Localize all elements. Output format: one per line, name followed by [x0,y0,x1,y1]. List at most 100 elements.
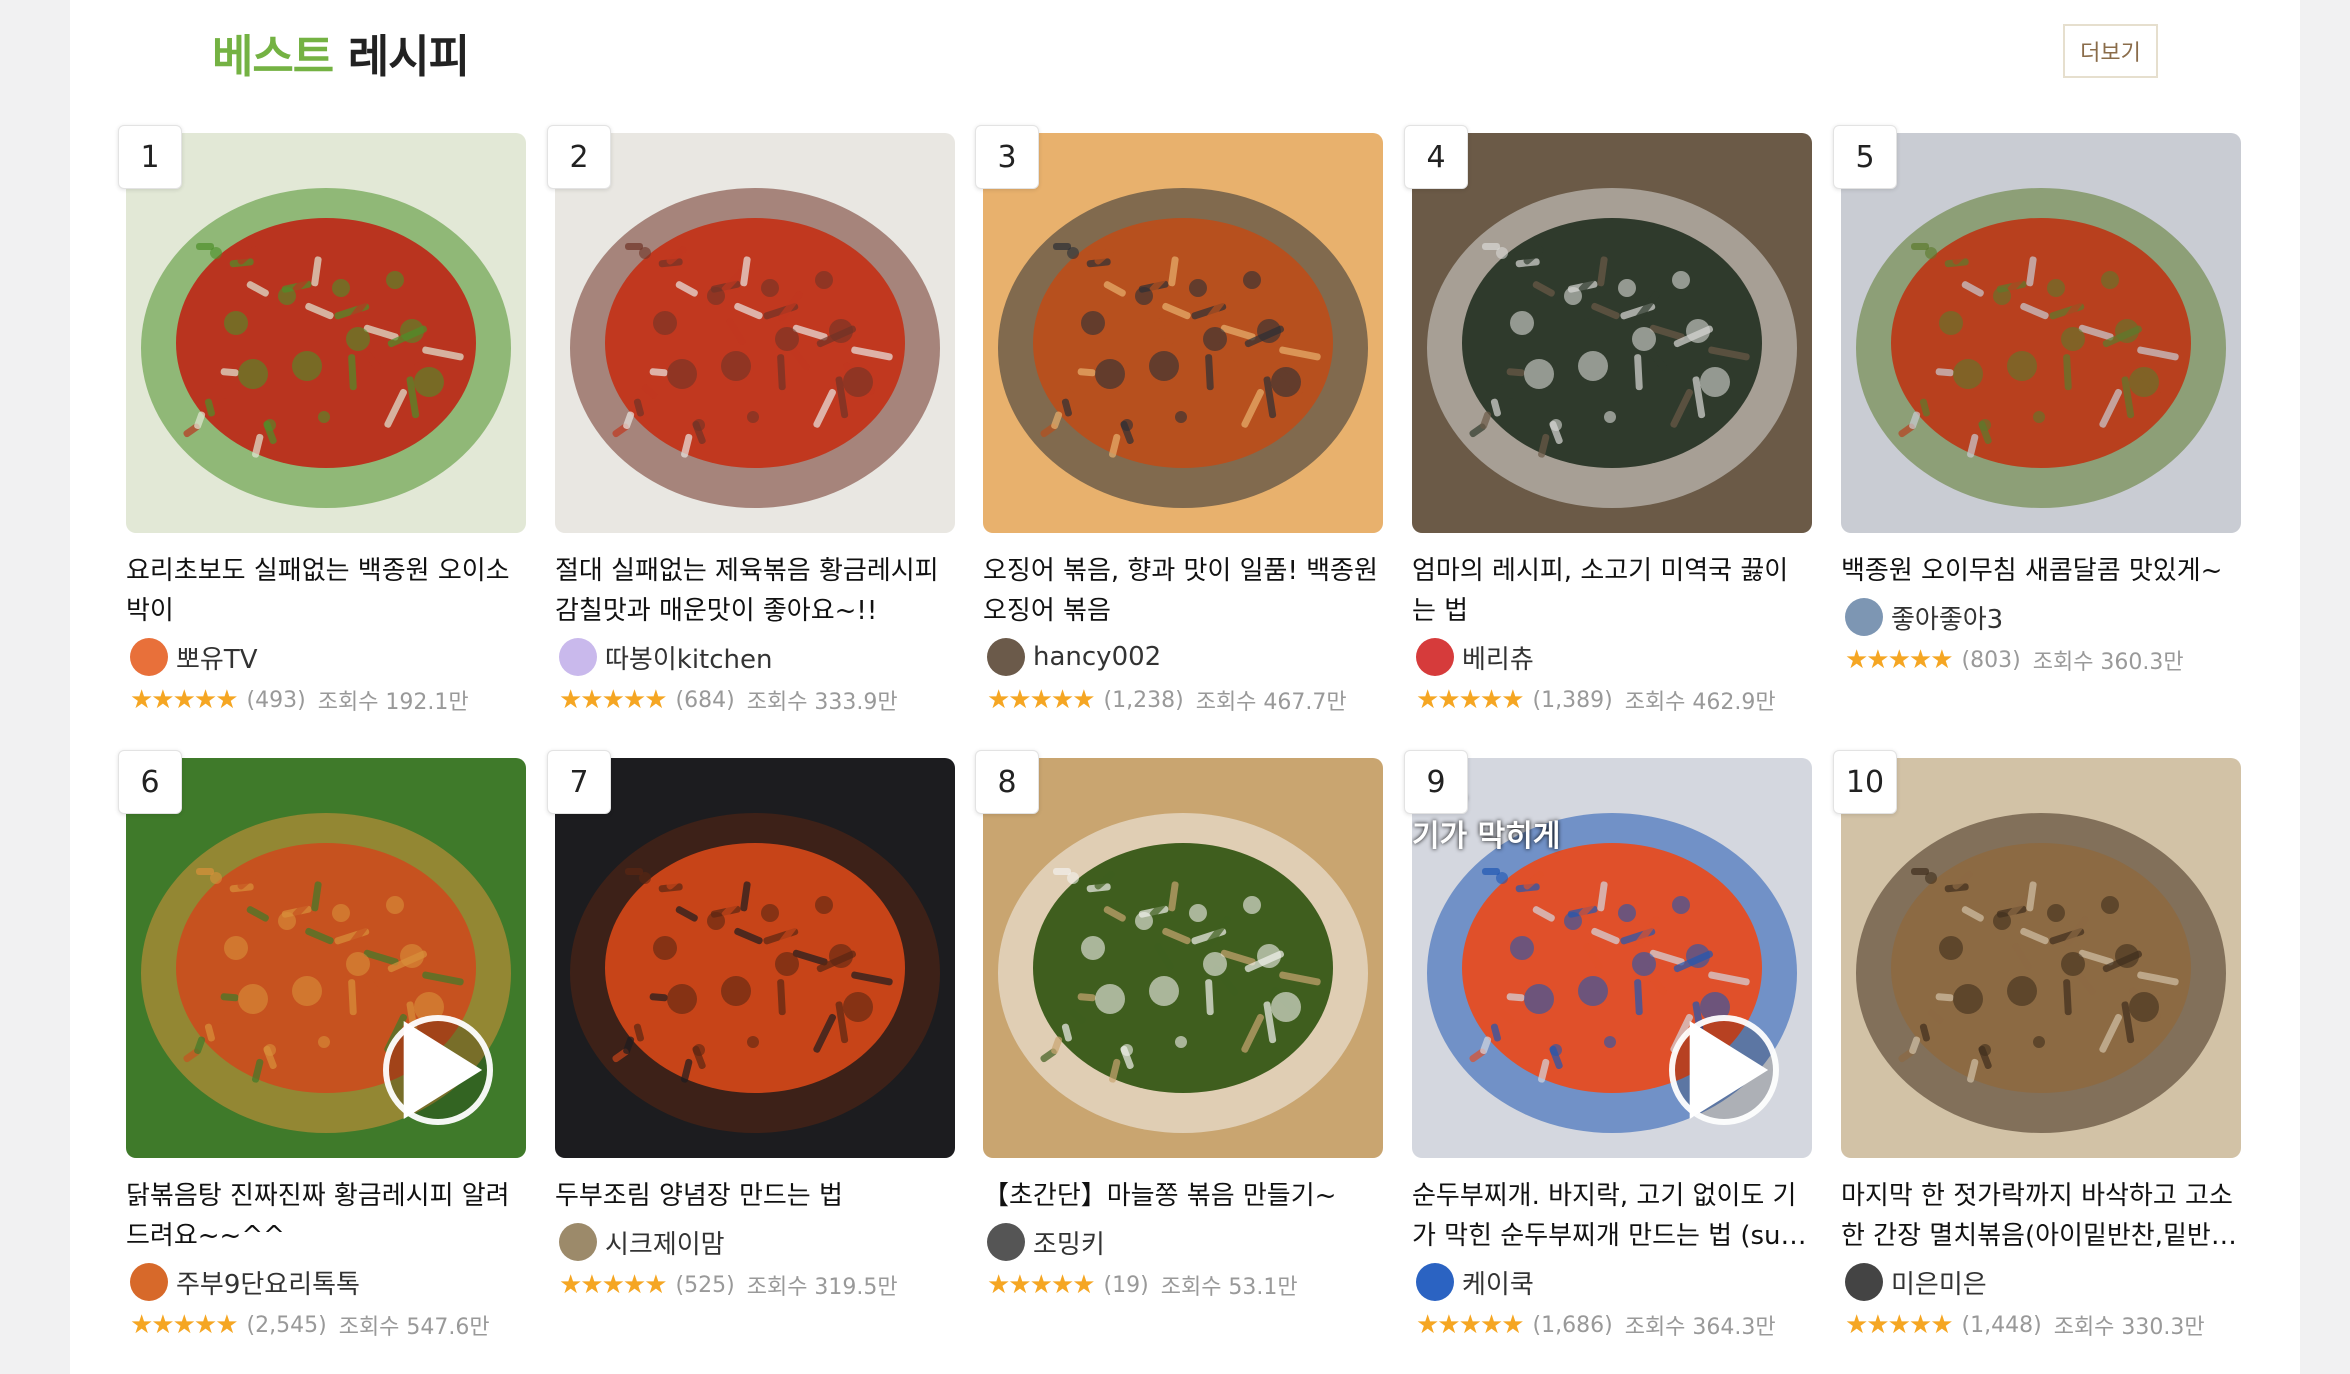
view-count: 조회수 333.9만 [746,690,898,715]
recipe-stats: ★★★★★ (684) 조회수 333.9만 [555,683,955,717]
recipe-image [983,133,1383,533]
recipe-stats: ★★★★★ (1,238) 조회수 467.7만 [983,683,1383,717]
review-count: (684) [675,687,735,713]
author-name: 좋아좋아3 [1891,604,2004,635]
recipe-author[interactable]: 시크제이맘 [555,1220,955,1264]
star-rating-icon: ★★★★★ [130,1310,239,1340]
author-name: 따봉이kitchen [605,644,773,675]
view-count: 조회수 330.3만 [2053,1315,2205,1340]
recipe-author[interactable]: 따봉이kitchen [555,635,955,679]
recipe-card[interactable]: 10 마지막 한 젓가락까지 바삭하고 고소한 간장 멸치볶음(아이밑반찬,밑반찬… [1833,750,2241,1342]
review-count: (19) [1103,1272,1149,1298]
recipe-title[interactable]: 오징어 볶음, 향과 맛이 일품! 백종원 오징어 볶음 [983,551,1383,631]
rank-badge: 3 [975,125,1039,189]
review-count: (1,389) [1532,687,1613,713]
recipe-author[interactable]: 케이쿡 [1412,1260,1812,1304]
review-count: (1,448) [1961,1312,2042,1338]
recipe-stats: ★★★★★ (1,686) 조회수 364.3만 [1412,1308,1812,1342]
star-rating-icon: ★★★★★ [1845,1310,1954,1340]
author-avatar [1416,638,1454,676]
recipe-thumbnail[interactable] [555,758,955,1158]
review-count: (1,686) [1532,1312,1613,1338]
recipe-card[interactable]: 4 엄마의 레시피, 소고기 미역국 끓이는 법 베리츄 ★★★★★ (1,389) 조회… [1404,125,1812,717]
star-rating-icon: ★★★★★ [559,685,668,715]
author-avatar [987,638,1025,676]
rank-badge: 5 [1833,125,1897,189]
author-avatar [559,1223,597,1261]
recipe-stats: ★★★★★ (1,389) 조회수 462.9만 [1412,683,1812,717]
author-name: hancy002 [1033,642,1162,672]
recipe-image [555,133,955,533]
recipe-thumbnail[interactable]: 이도 기가 막히게 [1412,758,1812,1158]
review-count: (493) [246,687,306,713]
recipe-author[interactable]: hancy002 [983,635,1383,679]
view-count: 조회수 360.3만 [2032,650,2184,675]
recipe-author[interactable]: 주부9단요리톡톡 [126,1260,526,1304]
rank-badge: 1 [118,125,182,189]
recipe-card[interactable]: 이도 기가 막히게9 순두부찌개. 바지락, 고기 없이도 기가 막힌 순두부찌개… [1404,750,1812,1342]
recipe-stats: ★★★★★ (1,448) 조회수 330.3만 [1841,1308,2241,1342]
recipe-title[interactable]: 절대 실패없는 제육볶음 황금레시피 감칠맛과 매운맛이 좋아요~!! [555,551,955,631]
view-count: 조회수 192.1만 [317,690,469,715]
author-avatar [130,638,168,676]
star-rating-icon: ★★★★★ [1416,685,1525,715]
recipe-thumbnail[interactable] [126,133,526,533]
section-title-accent: 베스트 [212,30,334,83]
author-avatar [1845,598,1883,636]
recipe-title[interactable]: 마지막 한 젓가락까지 바삭하고 고소한 간장 멸치볶음(아이밑반찬,밑반찬) [1841,1176,2241,1256]
recipe-author[interactable]: 좋아좋아3 [1841,595,2241,639]
review-count: (2,545) [246,1312,327,1338]
recipe-image [126,133,526,533]
author-name: 뽀유TV [176,644,258,675]
view-count: 조회수 319.5만 [746,1275,898,1300]
recipe-image [555,758,955,1158]
recipe-image [1412,133,1812,533]
recipe-card[interactable]: 3 오징어 볶음, 향과 맛이 일품! 백종원 오징어 볶음 hancy002 ★★★… [975,125,1383,717]
more-button[interactable]: 더보기 [2063,24,2158,78]
recipe-title[interactable]: 요리초보도 실패없는 백종원 오이소박이 [126,551,526,631]
recipe-title[interactable]: 백종원 오이무침 새콤달콤 맛있게~ [1841,551,2241,591]
recipe-stats: ★★★★★ (2,545) 조회수 547.6만 [126,1308,526,1342]
recipe-author[interactable]: 뽀유TV [126,635,526,679]
recipe-title[interactable]: 두부조림 양념장 만드는 법 [555,1176,955,1216]
rank-badge: 7 [547,750,611,814]
recipe-thumbnail[interactable] [555,133,955,533]
play-icon[interactable] [1669,1015,1779,1125]
play-icon[interactable] [383,1015,493,1125]
rank-badge: 4 [1404,125,1468,189]
rank-badge: 2 [547,125,611,189]
recipe-stats: ★★★★★ (493) 조회수 192.1만 [126,683,526,717]
recipe-card[interactable]: 2 절대 실패없는 제육볶음 황금레시피 감칠맛과 매운맛이 좋아요~!! 따봉이k… [547,125,955,717]
review-count: (1,238) [1103,687,1184,713]
recipe-author[interactable]: 미은미은 [1841,1260,2241,1304]
star-rating-icon: ★★★★★ [559,1270,668,1300]
recipe-thumbnail[interactable] [983,758,1383,1158]
recipe-author[interactable]: 베리츄 [1412,635,1812,679]
recipe-thumbnail[interactable] [983,133,1383,533]
recipe-title[interactable]: 【초간단】마늘쫑 볶음 만들기~ [983,1176,1383,1216]
author-name: 베리츄 [1462,644,1534,675]
rank-badge: 6 [118,750,182,814]
rank-badge: 9 [1404,750,1468,814]
section-title: 베스트 레시피 [212,20,470,85]
recipe-card[interactable]: 1 요리초보도 실패없는 백종원 오이소박이 뽀유TV ★★★★★ (493) 조회수 1… [118,125,526,717]
recipe-title[interactable]: 순두부찌개. 바지락, 고기 없이도 기가 막힌 순두부찌개 만드는 법 (su… [1412,1176,1812,1256]
recipe-thumbnail[interactable] [1841,133,2241,533]
view-count: 조회수 467.7만 [1195,690,1347,715]
recipe-card[interactable]: 7 두부조림 양념장 만드는 법 시크제이맘 ★★★★★ (525) 조회수 319.5만 [547,750,955,1302]
recipe-stats: ★★★★★ (525) 조회수 319.5만 [555,1268,955,1302]
star-rating-icon: ★★★★★ [1416,1310,1525,1340]
recipe-thumbnail[interactable] [1841,758,2241,1158]
recipe-card[interactable]: 6 닭볶음탕 진짜진짜 황금레시피 알려 드려요~~^^ 주부9단요리톡톡 ★★★★★… [118,750,526,1342]
recipe-thumbnail[interactable] [126,758,526,1158]
author-avatar [1845,1263,1883,1301]
recipe-card[interactable]: 8 【초간단】마늘쫑 볶음 만들기~ 조밍키 ★★★★★ (19) 조회수 53.1만 [975,750,1383,1302]
recipe-title[interactable]: 엄마의 레시피, 소고기 미역국 끓이는 법 [1412,551,1812,631]
section-title-rest: 레시피 [333,30,470,83]
recipe-author[interactable]: 조밍키 [983,1220,1383,1264]
recipe-card[interactable]: 5 백종원 오이무침 새콤달콤 맛있게~ 좋아좋아3 ★★★★★ (803) 조회수 36… [1833,125,2241,677]
recipe-thumbnail[interactable] [1412,133,1812,533]
author-avatar [559,638,597,676]
recipe-title[interactable]: 닭볶음탕 진짜진짜 황금레시피 알려 드려요~~^^ [126,1176,526,1256]
author-name: 조밍키 [1033,1229,1105,1260]
